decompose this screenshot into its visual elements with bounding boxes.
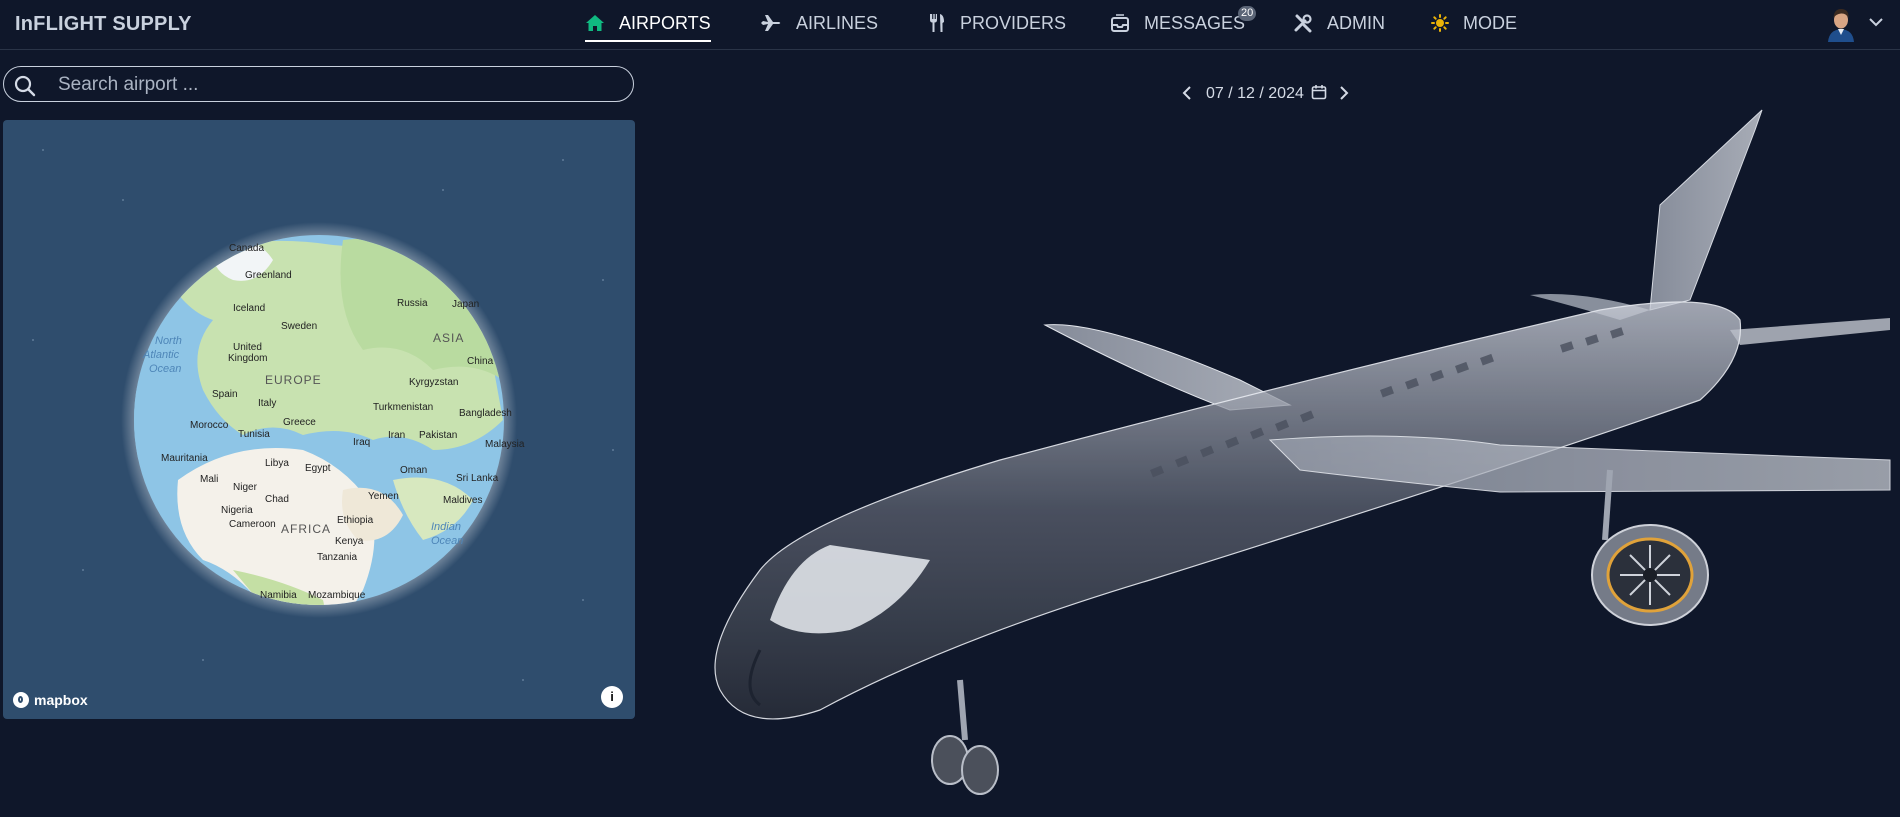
map-label-bangladesh: Bangladesh	[459, 408, 512, 419]
map-label-kingdom: Kingdom	[228, 353, 267, 364]
map-label-iceland: Iceland	[233, 303, 265, 314]
map-label-ethiopia: Ethiopia	[337, 515, 374, 526]
map-label-maldives: Maldives	[443, 495, 482, 506]
world-map[interactable]: Canada Greenland Russia Japan Iceland Sw…	[3, 120, 635, 719]
utensils-icon	[930, 14, 944, 32]
map-label-kyrgyzstan: Kyrgyzstan	[409, 377, 458, 388]
map-label-iraq: Iraq	[353, 437, 370, 448]
airplane-3d-illustration[interactable]	[700, 100, 1900, 810]
map-label-cameroon: Cameroon	[229, 519, 276, 530]
tools-icon	[1294, 14, 1312, 33]
map-label-oman: Oman	[400, 465, 427, 476]
nav-airports[interactable]: AIRPORTS	[585, 0, 711, 46]
app-brand[interactable]: InFLIGHT SUPPLY	[15, 13, 192, 36]
airplane-icon	[761, 15, 781, 31]
map-label-asia: ASIA	[433, 331, 464, 345]
nav-admin-label: ADMIN	[1327, 12, 1385, 33]
inbox-icon	[1111, 14, 1129, 32]
map-label-indian: Indian	[431, 521, 461, 533]
airport-search	[3, 66, 634, 102]
nav-airlines[interactable]: AIRLINES	[760, 0, 878, 46]
nav-messages-label: MESSAGES	[1144, 12, 1246, 33]
user-avatar[interactable]	[1824, 4, 1858, 42]
map-label-libya: Libya	[265, 458, 289, 469]
map-label-mozambique: Mozambique	[308, 590, 366, 601]
mapbox-logo[interactable]: mapbox	[13, 692, 88, 708]
messages-count-badge: 20	[1238, 6, 1257, 21]
map-label-north: North	[155, 335, 182, 347]
mapbox-logo-text: mapbox	[34, 692, 88, 708]
map-label-spain: Spain	[212, 389, 238, 400]
map-label-malaysia: Malaysia	[485, 439, 525, 450]
chevron-down-icon[interactable]	[1868, 16, 1884, 28]
search-icon	[14, 75, 36, 97]
chevron-right-icon[interactable]	[1337, 85, 1351, 101]
map-label-sri-lanka: Sri Lanka	[456, 473, 499, 484]
map-label-chad: Chad	[265, 494, 289, 505]
nav-mode-label: MODE	[1463, 12, 1517, 33]
chevron-left-icon[interactable]	[1180, 85, 1194, 101]
map-label-italy: Italy	[258, 398, 276, 409]
map-label-greenland: Greenland	[245, 270, 292, 281]
map-label-atlantic: Atlantic	[142, 349, 180, 361]
map-label-china: China	[467, 356, 494, 367]
map-label-mauritania: Mauritania	[161, 453, 208, 464]
map-label-yemen: Yemen	[368, 491, 399, 502]
map-label-tunisia: Tunisia	[238, 429, 270, 440]
nav-messages[interactable]: MESSAGES	[1110, 0, 1245, 46]
map-label-niger: Niger	[233, 482, 258, 493]
nav-providers-label: PROVIDERS	[960, 12, 1067, 33]
mapbox-logo-icon	[13, 692, 29, 708]
nav-airlines-label: AIRLINES	[796, 12, 879, 33]
nav-providers[interactable]: PROVIDERS	[928, 0, 1066, 46]
map-label-kenya: Kenya	[335, 536, 364, 547]
map-label-europe: EUROPE	[265, 373, 322, 387]
map-label-sweden: Sweden	[281, 321, 317, 332]
top-navigation-bar: InFLIGHT SUPPLY AIRPORTS AIRLINES PROVID…	[0, 0, 1900, 50]
nav-admin[interactable]: ADMIN	[1293, 0, 1385, 46]
sun-icon	[1431, 14, 1449, 32]
map-label-pakistan: Pakistan	[419, 430, 457, 441]
map-label-mali: Mali	[200, 474, 218, 485]
map-label-russia: Russia	[397, 298, 428, 309]
map-label-iran: Iran	[388, 430, 405, 441]
map-label-nigeria: Nigeria	[221, 505, 253, 516]
info-icon[interactable]: i	[601, 686, 623, 708]
nav-airports-label: AIRPORTS	[619, 12, 711, 33]
map-label-morocco: Morocco	[190, 420, 229, 431]
map-label-united: United	[233, 342, 262, 353]
map-label-indian-ocean: Ocean	[431, 535, 463, 547]
map-label-tanzania: Tanzania	[317, 552, 357, 563]
calendar-icon[interactable]	[1311, 84, 1327, 100]
map-label-egypt: Egypt	[305, 463, 331, 474]
map-label-greece: Greece	[283, 417, 316, 428]
map-label-canada: Canada	[229, 243, 264, 254]
home-icon	[586, 15, 604, 31]
map-label-africa: AFRICA	[281, 522, 331, 536]
nav-mode[interactable]: MODE	[1431, 0, 1517, 46]
search-input[interactable]	[56, 71, 620, 99]
globe[interactable]: Canada Greenland Russia Japan Iceland Sw…	[3, 120, 635, 719]
map-label-namibia: Namibia	[260, 590, 297, 601]
map-label-japan: Japan	[452, 299, 479, 310]
map-label-turkmenistan: Turkmenistan	[373, 402, 433, 413]
map-label-ocean: Ocean	[149, 363, 181, 375]
